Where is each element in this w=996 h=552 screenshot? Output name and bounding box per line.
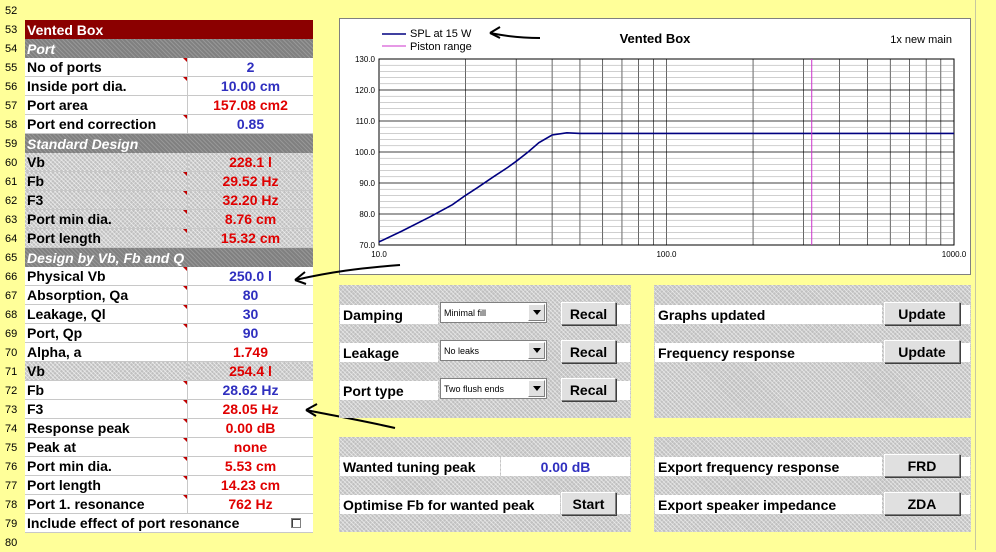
export-frequency-response-label: Export frequency response — [655, 457, 882, 476]
leakage-value: No leaks — [444, 345, 480, 356]
damping-value: Minimal fill — [444, 307, 487, 318]
leakage-end-cell — [617, 343, 630, 362]
export-frd-button[interactable]: FRD — [884, 454, 960, 477]
export-frd-end-cell — [961, 457, 970, 476]
chevron-down-icon[interactable] — [528, 342, 545, 359]
graphs-end-cell — [961, 305, 970, 324]
chevron-down-icon[interactable] — [528, 304, 545, 321]
port-type-end-cell — [617, 381, 630, 400]
wanted-tuning-peak-value[interactable]: 0.00 dB — [501, 457, 630, 476]
optimise-panel — [339, 437, 631, 532]
leakage-recal-button[interactable]: Recal — [561, 340, 616, 363]
leakage-dropdown[interactable]: No leaks — [440, 340, 547, 361]
frequency-response-update-button[interactable]: Update — [884, 340, 960, 363]
leakage-label: Leakage — [340, 343, 438, 362]
graphs-updated-label: Graphs updated — [655, 305, 882, 324]
port-type-dropdown[interactable]: Two flush ends — [440, 378, 547, 399]
column-divider — [975, 0, 976, 550]
damping-end-cell — [617, 305, 630, 324]
optimise-end-cell — [617, 495, 630, 514]
damping-dropdown[interactable]: Minimal fill — [440, 302, 547, 323]
port-type-label: Port type — [340, 381, 438, 400]
export-panel — [654, 437, 971, 532]
export-zda-button[interactable]: ZDA — [884, 492, 960, 515]
optimise-fb-label: Optimise Fb for wanted peak — [340, 495, 560, 514]
damping-label: Damping — [340, 305, 438, 324]
export-zda-end-cell — [961, 495, 970, 514]
optimise-start-button[interactable]: Start — [561, 492, 616, 515]
damping-recal-button[interactable]: Recal — [561, 302, 616, 325]
chevron-down-icon[interactable] — [528, 380, 545, 397]
frequency-response-end-cell — [961, 343, 970, 362]
frequency-response-label: Frequency response — [655, 343, 882, 362]
graphs-update-button[interactable]: Update — [884, 302, 960, 325]
wanted-tuning-peak-label: Wanted tuning peak — [340, 457, 500, 476]
arrow-physical-vb — [294, 264, 401, 281]
port-type-recal-button[interactable]: Recal — [561, 378, 616, 401]
export-speaker-impedance-label: Export speaker impedance — [655, 495, 882, 514]
port-type-value: Two flush ends — [444, 383, 505, 394]
